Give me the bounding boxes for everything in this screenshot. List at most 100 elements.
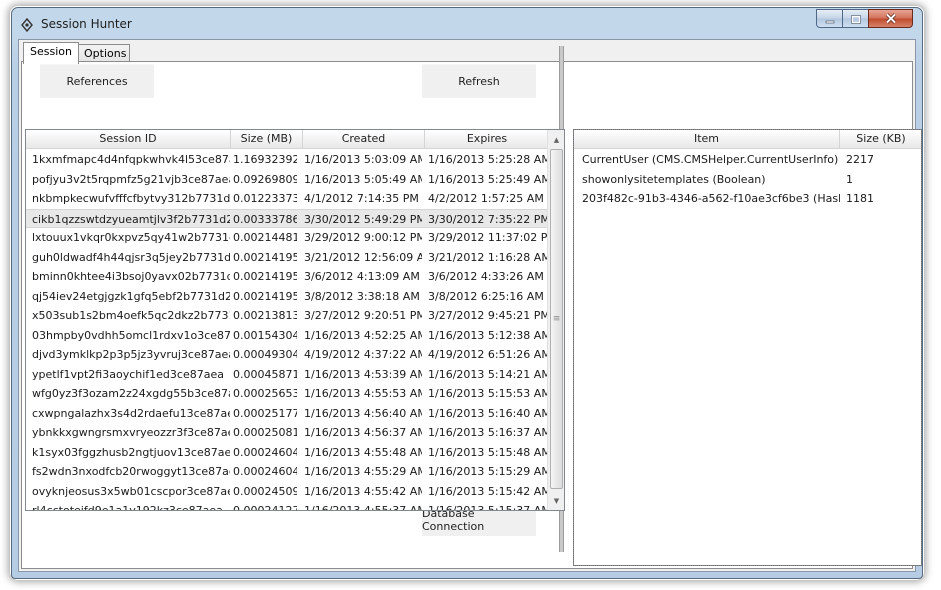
table-row[interactable]: cxwpngalazhx3s4d2rdaefu13ce87aea 0.000251… xyxy=(26,404,551,424)
expires-cell: 1/16/2013 5:15:48 AM xyxy=(428,445,551,459)
list-item[interactable]: 203f482c-91b3-4346-a562-f10ae3cf6be3 (Ha… xyxy=(574,189,921,209)
created-cell: 1/16/2013 4:55:42 AM xyxy=(304,484,422,498)
maximize-button[interactable] xyxy=(842,9,869,28)
session-id-cell: djvd3ymklkp2p3p5jz3yvruj3ce87aea xyxy=(32,348,230,361)
table-row[interactable]: k1syx03fggzhusb2ngtjuov13ce87aea 0.000246… xyxy=(26,443,551,463)
scroll-thumb[interactable]: ≡ xyxy=(550,149,563,489)
size-cell: 0.000458717 xyxy=(233,367,297,381)
column-header-size-kb[interactable]: Size (KB) xyxy=(840,130,921,149)
session-id-cell: cikb1qzzswtdzyueamtjlv3f2b7731d2 xyxy=(32,212,230,226)
app-window: Session Hunter Session Options Reference… xyxy=(11,7,923,579)
close-icon xyxy=(885,9,897,28)
minimize-button[interactable] xyxy=(816,9,843,28)
created-cell: 1/16/2013 4:55:48 AM xyxy=(304,445,422,459)
session-table: Session ID Size (MB) Created Expires 1kx… xyxy=(25,129,565,511)
close-button[interactable] xyxy=(868,9,913,28)
table-row[interactable]: ovyknjeosus3x5wb01cscpor3ce87aea 0.000245… xyxy=(26,482,551,502)
table-row[interactable]: nkbmpkecwufvfffcfbytvy312b7731d2 0.012233… xyxy=(26,189,551,209)
title-bar[interactable]: Session Hunter xyxy=(12,8,922,40)
table-row[interactable]: rl4cctoteifd9e1a1y192kz3ce87aea 0.0002412… xyxy=(26,501,551,511)
vertical-scrollbar[interactable]: ▲ ≡ ▼ xyxy=(547,130,564,510)
created-cell: 1/16/2013 4:55:37 AM xyxy=(304,504,422,511)
size-cell: 0.092698097 xyxy=(233,172,297,186)
session-id-cell: x503sub1s2bm4oefk5qc2dkz2b7731d2 xyxy=(32,309,230,322)
size-cell: 0.000250816 xyxy=(233,426,297,439)
list-item[interactable]: CurrentUser (CMS.CMSHelper.CurrentUserIn… xyxy=(574,150,921,170)
expires-cell: 1/16/2013 5:14:21 AM xyxy=(428,367,551,381)
table-row[interactable]: lxtouux1vkqr0kxpvz5qy41w2b7731d2 0.002144… xyxy=(26,228,552,248)
session-id-cell: bminn0khtee4i3bsoj0yavx02b7731d2 xyxy=(32,270,230,283)
table-row[interactable]: x503sub1s2bm4oefk5qc2dkz2b7731d2 0.002138… xyxy=(26,306,551,326)
table-row[interactable]: ybnkkxgwngrsmxvryeozzr3f3ce87aea 0.000250… xyxy=(26,423,551,443)
table-row[interactable]: guh0ldwadf4h44qjsr3q5jey2b7731d2 0.002141… xyxy=(26,248,551,268)
created-cell: 1/16/2013 4:55:29 AM xyxy=(304,465,422,478)
table-row[interactable]: qj54iev24etgjgzk1gfq5ebf2b7731d2 0.002141… xyxy=(26,287,551,307)
tab-session[interactable]: Session xyxy=(23,42,79,64)
column-header-size-mb[interactable]: Size (MB) xyxy=(231,130,303,149)
size-cell: 1.169323921 xyxy=(233,153,297,166)
column-header-session-id[interactable]: Session ID xyxy=(26,130,231,149)
expires-cell: 1/16/2013 5:15:29 AM xyxy=(428,465,551,478)
created-cell: 3/8/2012 3:38:18 AM xyxy=(304,289,420,303)
session-id-cell: wfg0yz3f3ozam2z24xgdg55b3ce87aea xyxy=(32,387,230,400)
expires-cell: 4/2/2012 1:57:25 AM xyxy=(428,192,544,205)
table-row[interactable]: fs2wdn3nxodfcb20rwoggyt13ce87aea 0.000246… xyxy=(26,462,551,482)
session-id-cell: ypetlf1vpt2fi3aoychif1ed3ce87aea xyxy=(32,367,224,381)
scroll-down-arrow-icon[interactable]: ▼ xyxy=(550,493,563,508)
created-cell: 3/27/2012 9:20:51 PM xyxy=(304,309,422,322)
size-cell: 0.012233734 xyxy=(233,192,297,205)
session-id-cell: qj54iev24etgjgzk1gfq5ebf2b7731d2 xyxy=(32,289,230,303)
session-id-cell: lxtouux1vkqr0kxpvz5qy41w2b7731d2 xyxy=(32,231,230,244)
minimize-icon xyxy=(825,9,835,28)
table-row[interactable]: bminn0khtee4i3bsoj0yavx02b7731d2 0.002141… xyxy=(26,267,551,287)
app-icon xyxy=(20,17,34,33)
refresh-button[interactable]: Refresh xyxy=(422,64,536,98)
column-header-item[interactable]: Item xyxy=(574,130,840,149)
expires-cell: 1/16/2013 5:25:49 AM xyxy=(428,172,551,186)
created-cell: 1/16/2013 4:52:25 AM xyxy=(304,328,422,342)
size-cell: 0.000246047 xyxy=(233,445,297,459)
expires-cell: 3/29/2012 11:37:02 PM xyxy=(428,231,552,244)
column-header-expires[interactable]: Expires xyxy=(425,130,550,149)
column-header-created[interactable]: Created xyxy=(303,130,425,149)
created-cell: 4/19/2012 4:37:22 AM xyxy=(304,348,422,361)
table-row[interactable]: 1kxmfmapc4d4nfqpkwhvk4l53ce87aea 1.169323… xyxy=(26,150,551,170)
expires-cell: 1/16/2013 5:15:53 AM xyxy=(428,387,551,400)
table-row[interactable]: 03hmpby0vdhh5omcl1rdxv1o3ce87aea 0.001543… xyxy=(26,326,551,346)
scroll-up-arrow-icon[interactable]: ▲ xyxy=(550,132,563,147)
item-size-cell: 1181 xyxy=(846,192,874,205)
references-button[interactable]: References xyxy=(40,64,154,98)
created-cell: 1/16/2013 4:56:40 AM xyxy=(304,406,422,420)
table-row[interactable]: cikb1qzzswtdzyueamtjlv3f2b7731d2 0.003337… xyxy=(26,208,551,228)
created-cell: 1/16/2013 4:56:37 AM xyxy=(304,426,422,439)
size-cell: 0.000493049 xyxy=(233,348,297,361)
session-id-cell: rl4cctoteifd9e1a1y192kz3ce87aea xyxy=(32,504,223,511)
expires-cell: 3/21/2012 1:16:28 AM xyxy=(428,250,551,264)
expires-cell: 1/16/2013 5:16:37 AM xyxy=(428,426,551,439)
table-row[interactable]: pofjyu3v2t5rqpmfz5g21vjb3ce87aea 0.092698… xyxy=(26,170,551,190)
session-id-cell: fs2wdn3nxodfcb20rwoggyt13ce87aea xyxy=(32,465,230,478)
window-title: Session Hunter xyxy=(41,17,132,31)
item-name-cell: showonlysitetemplates (Boolean) xyxy=(582,172,766,186)
created-cell: 1/16/2013 5:03:09 AM xyxy=(304,153,422,166)
size-cell: 0.002141952 xyxy=(233,289,297,303)
session-id-cell: ybnkkxgwngrsmxvryeozzr3f3ce87aea xyxy=(32,426,230,439)
expires-cell: 3/27/2012 9:45:21 PM xyxy=(428,309,550,322)
session-id-cell: guh0ldwadf4h44qjsr3q5jey2b7731d2 xyxy=(32,250,230,264)
session-id-cell: nkbmpkecwufvfffcfbytvy312b7731d2 xyxy=(32,192,230,205)
size-cell: 0.000251770 xyxy=(233,406,297,420)
created-cell: 1/16/2013 4:55:53 AM xyxy=(304,387,422,400)
expires-cell: 1/16/2013 5:15:42 AM xyxy=(428,484,551,498)
expires-cell: 4/19/2012 6:51:26 AM xyxy=(428,348,551,361)
table-row[interactable]: wfg0yz3f3ozam2z24xgdg55b3ce87aea 0.000256… xyxy=(26,384,551,404)
grip-icon: ≡ xyxy=(552,314,561,324)
session-id-cell: k1syx03fggzhusb2ngtjuov13ce87aea xyxy=(32,445,230,459)
list-item[interactable]: showonlysitetemplates (Boolean) 1 xyxy=(574,170,921,190)
session-id-cell: ovyknjeosus3x5wb01cscpor3ce87aea xyxy=(32,484,230,498)
session-id-cell: pofjyu3v2t5rqpmfz5g21vjb3ce87aea xyxy=(32,172,230,186)
size-cell: 0.002144813 xyxy=(233,231,297,244)
expires-cell: 3/8/2012 6:25:16 AM xyxy=(428,289,544,303)
created-cell: 3/21/2012 12:56:09 AM xyxy=(304,250,422,264)
table-row[interactable]: ypetlf1vpt2fi3aoychif1ed3ce87aea 0.000458… xyxy=(26,365,551,385)
table-row[interactable]: djvd3ymklkp2p3p5jz3yvruj3ce87aea 0.000493… xyxy=(26,345,551,365)
